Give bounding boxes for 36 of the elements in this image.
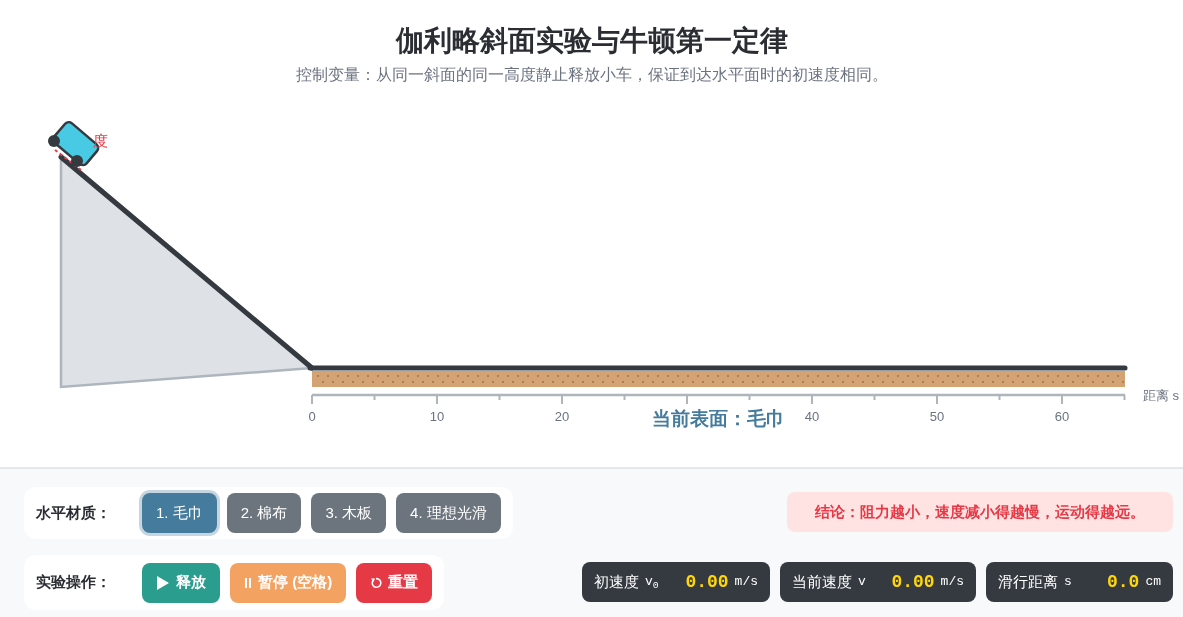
current-surface-label: 当前表面：毛巾	[651, 408, 785, 429]
conclusion-banner: 结论：阻力越小，速度减小得越慢，运动得越远。	[787, 492, 1173, 532]
readout-label: 滑行距离	[998, 571, 1058, 592]
axis-label: 距离 s	[1143, 388, 1180, 403]
material-option[interactable]: 2. 棉布	[226, 493, 302, 533]
tick-label: 60	[1054, 409, 1070, 424]
tick-label: 50	[929, 409, 945, 424]
variable-symbol: s	[1064, 573, 1072, 592]
pause-icon	[244, 576, 252, 589]
material-option[interactable]: 1. 毛巾	[142, 493, 217, 533]
release-button[interactable]: 释放	[142, 562, 220, 603]
readout-value: 0.00	[891, 570, 935, 594]
reset-icon	[370, 576, 383, 589]
readout-label: 初速度	[594, 571, 639, 592]
reset-button[interactable]: 重置	[356, 562, 433, 603]
page-title: 伽利略斜面实验与牛顿第一定律	[394, 24, 789, 58]
height-marker-label: 度	[93, 132, 108, 149]
material-label: 水平材质：	[36, 502, 112, 523]
material-option[interactable]: 4. 理想光滑	[396, 493, 501, 533]
readout-value: 0.00	[685, 570, 729, 594]
tick-label: 0	[308, 409, 316, 424]
variable-symbol: v$_{0}$	[645, 573, 659, 592]
unit-label: m/s	[940, 573, 964, 592]
variable-symbol: v	[858, 573, 866, 592]
unit-label: m/s	[734, 573, 758, 592]
tick-label: 40	[804, 409, 820, 424]
tick-label: 20	[554, 409, 570, 424]
height-marker-line	[54, 149, 82, 171]
tick-label: 10	[429, 409, 445, 424]
unit-label: cm	[1145, 573, 1161, 592]
play-icon	[156, 574, 170, 591]
readout-label: 当前速度	[792, 571, 852, 592]
readout-value: 0.0	[1107, 570, 1140, 594]
controls-label: 实验操作：	[36, 572, 112, 593]
material-option[interactable]: 3. 木板	[311, 493, 387, 533]
subtitle: 控制变量：从同一斜面的同一高度静止释放小车，保证到达水平面时的初速度相同。	[294, 65, 889, 85]
